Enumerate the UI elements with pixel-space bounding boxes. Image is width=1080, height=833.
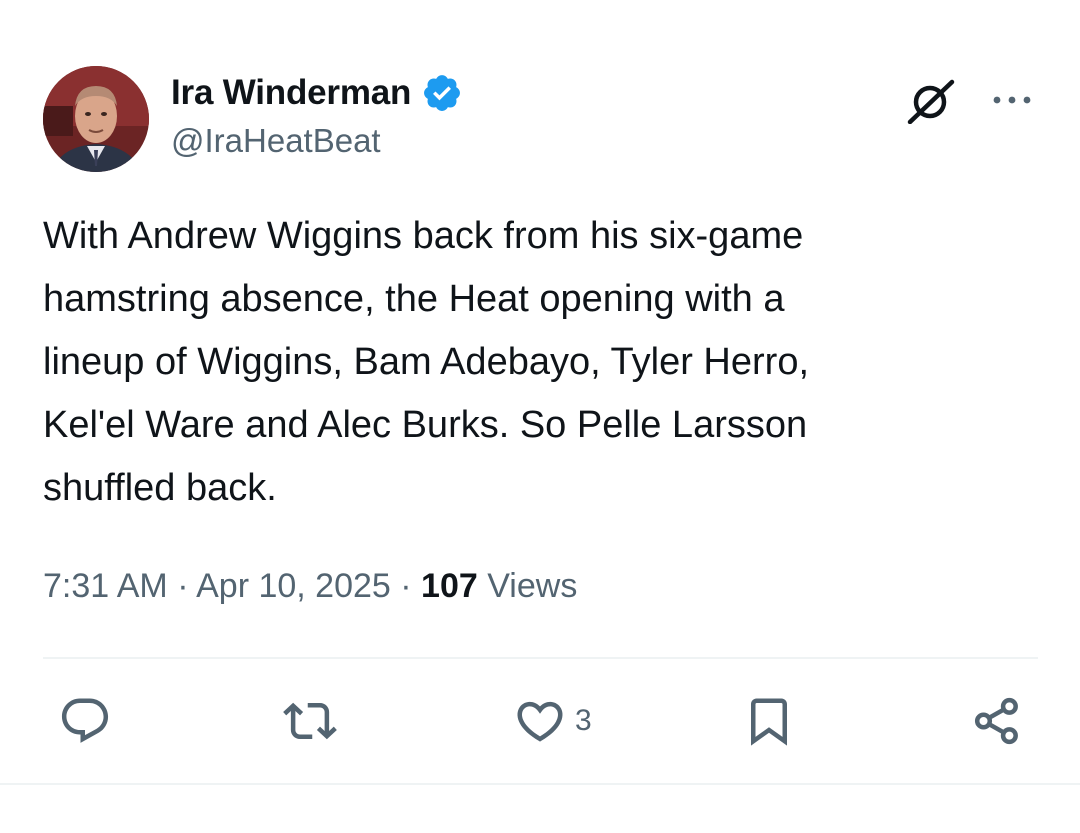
bookmark-button[interactable] bbox=[742, 693, 796, 749]
grok-icon[interactable] bbox=[906, 78, 956, 125]
reply-button[interactable] bbox=[58, 693, 112, 749]
divider bbox=[43, 657, 1038, 659]
bookmark-icon bbox=[751, 698, 787, 746]
tweet-date[interactable]: Apr 10, 2025 bbox=[196, 567, 391, 605]
reply-icon bbox=[61, 698, 109, 743]
author-handle[interactable]: @IraHeatBeat bbox=[171, 122, 381, 160]
divider bbox=[0, 783, 1080, 785]
tweet-text: With Andrew Wiggins back from his six-ga… bbox=[43, 215, 810, 509]
author-name-row: Ira Winderman bbox=[171, 72, 463, 114]
views-count[interactable]: 107 bbox=[421, 567, 478, 605]
author-display-name[interactable]: Ira Winderman bbox=[171, 73, 411, 113]
like-button[interactable]: 3 bbox=[513, 693, 592, 749]
share-button[interactable] bbox=[970, 693, 1024, 749]
retweet-button[interactable] bbox=[282, 693, 338, 749]
verified-badge-icon[interactable] bbox=[421, 72, 463, 114]
tweet-time[interactable]: 7:31 AM bbox=[43, 567, 168, 605]
more-icon[interactable] bbox=[990, 90, 1034, 110]
meta-separator: · bbox=[400, 567, 412, 605]
heart-icon bbox=[517, 701, 563, 742]
views-label[interactable]: Views bbox=[487, 567, 577, 605]
like-count: 3 bbox=[575, 704, 592, 737]
meta-separator: · bbox=[177, 567, 189, 605]
share-icon bbox=[974, 697, 1018, 745]
avatar[interactable] bbox=[43, 66, 149, 172]
tweet-meta: 7:31 AM · Apr 10, 2025 · 107 Views bbox=[43, 567, 577, 606]
retweet-icon bbox=[283, 702, 337, 740]
